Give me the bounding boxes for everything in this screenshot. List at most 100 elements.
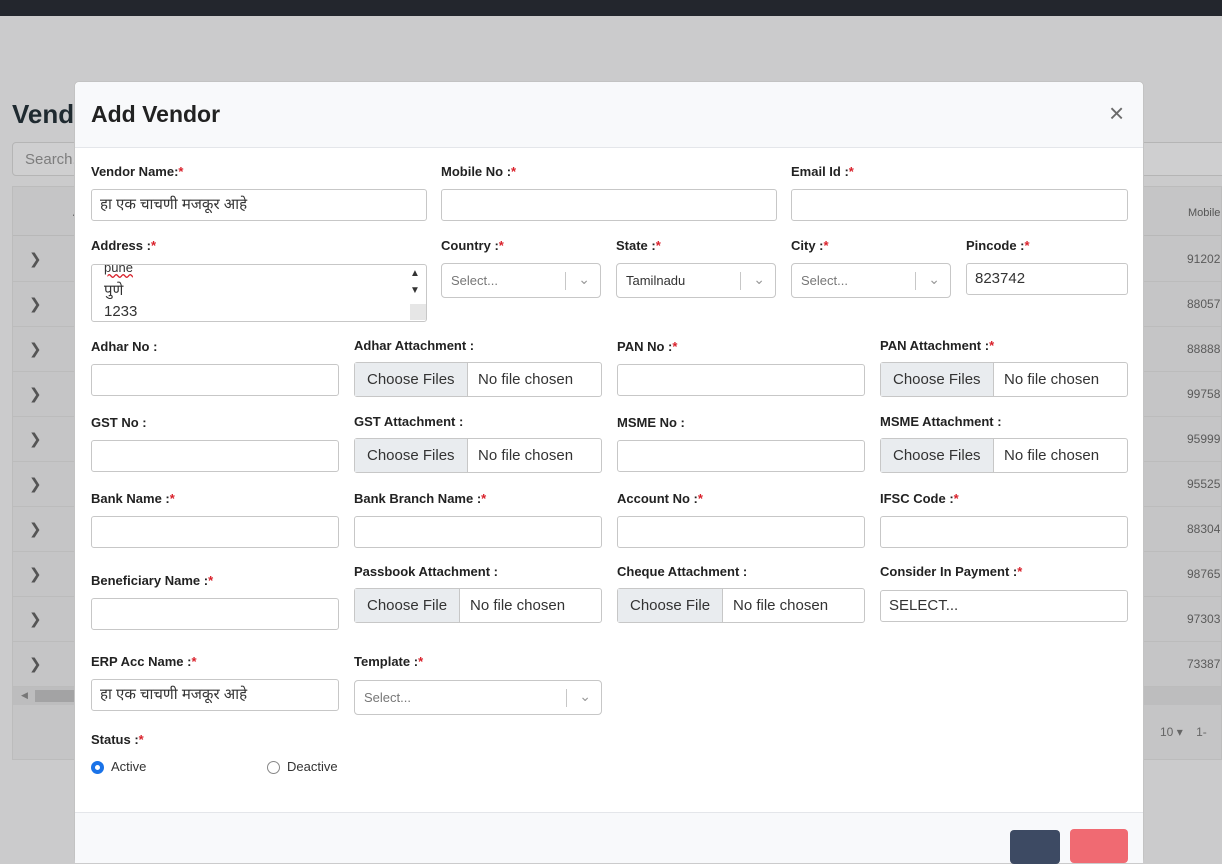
pan-no-input[interactable] <box>617 364 865 396</box>
status-active-label[interactable]: Active <box>111 759 146 774</box>
table-cell: 73387 <box>1187 657 1221 671</box>
msme-attachment-input[interactable]: Choose Files No file chosen <box>880 438 1128 473</box>
chevron-right-icon[interactable]: ❯ <box>29 430 42 448</box>
file-status-text: No file chosen <box>1004 447 1100 464</box>
resize-handle-icon[interactable] <box>410 304 426 320</box>
file-status-text: No file chosen <box>1004 371 1100 388</box>
account-no-label: Account No :* <box>617 491 703 506</box>
address-label: Address :* <box>91 238 157 253</box>
status-deactive-label[interactable]: Deactive <box>287 759 338 774</box>
close-icon[interactable]: × <box>1109 100 1124 126</box>
chevron-down-icon: ⌄ <box>578 271 590 287</box>
chevron-right-icon[interactable]: ❯ <box>29 655 42 673</box>
country-select-value: Select... <box>451 273 498 288</box>
pincode-input[interactable]: 823742 <box>966 263 1128 295</box>
chevron-right-icon[interactable]: ❯ <box>29 340 42 358</box>
passbook-attachment-input[interactable]: Choose File No file chosen <box>354 588 602 623</box>
template-select-value: Select... <box>364 690 411 705</box>
table-cell: 99758 <box>1187 387 1221 401</box>
status-label: Status :* <box>91 732 144 747</box>
mobile-no-label: Mobile No :* <box>441 164 517 179</box>
address-line: pune <box>104 264 133 275</box>
state-label: State :* <box>616 238 661 253</box>
top-navbar <box>0 0 1222 16</box>
chevron-down-icon: ⌄ <box>928 271 940 287</box>
template-label: Template :* <box>354 654 424 669</box>
adhar-attachment-input[interactable]: Choose Files No file chosen <box>354 362 602 397</box>
city-select-value: Select... <box>801 273 848 288</box>
vendor-name-input[interactable]: हा एक चाचणी मजकूर आहे <box>91 189 427 221</box>
modal-header: Add Vendor × <box>75 82 1143 148</box>
country-label: Country :* <box>441 238 504 253</box>
chevron-right-icon[interactable]: ❯ <box>29 385 42 403</box>
ifsc-code-label: IFSC Code :* <box>880 491 959 506</box>
city-select[interactable]: Select... ⌄ <box>791 263 951 298</box>
chevron-down-icon: ⌄ <box>753 271 765 287</box>
pan-attachment-label: PAN Attachment :* <box>880 338 995 353</box>
file-status-text: No file chosen <box>478 447 574 464</box>
msme-attachment-label: MSME Attachment : <box>880 414 1002 429</box>
state-select[interactable]: Tamilnadu ⌄ <box>616 263 776 298</box>
select-divider <box>740 272 741 290</box>
chevron-right-icon[interactable]: ❯ <box>29 610 42 628</box>
table-cell: 91202 <box>1187 252 1221 266</box>
adhar-no-input[interactable] <box>91 364 339 396</box>
city-label: City :* <box>791 238 829 253</box>
chevron-right-icon[interactable]: ❯ <box>29 565 42 583</box>
scroll-left-icon[interactable]: ◀ <box>21 690 28 701</box>
chevron-right-icon[interactable]: ❯ <box>29 520 42 538</box>
choose-file-button[interactable]: Choose File <box>355 589 461 622</box>
bank-branch-name-input[interactable] <box>354 516 602 548</box>
choose-file-button[interactable]: Choose File <box>618 589 724 622</box>
passbook-attachment-label: Passbook Attachment : <box>354 564 498 579</box>
file-status-text: No file chosen <box>733 597 829 614</box>
save-button[interactable] <box>1010 830 1060 864</box>
address-textarea[interactable]: pune पुणे 1233 ▲ ▼ <box>91 264 427 322</box>
table-cell: 97303 <box>1187 612 1221 626</box>
adhar-attachment-label: Adhar Attachment : <box>354 338 475 353</box>
consider-in-payment-label: Consider In Payment :* <box>880 564 1023 579</box>
choose-files-button[interactable]: Choose Files <box>881 439 994 472</box>
bank-name-input[interactable] <box>91 516 339 548</box>
cheque-attachment-input[interactable]: Choose File No file chosen <box>617 588 865 623</box>
chevron-right-icon[interactable]: ❯ <box>29 250 42 268</box>
account-no-input[interactable] <box>617 516 865 548</box>
status-active-radio[interactable] <box>91 761 104 774</box>
file-status-text: No file chosen <box>470 597 566 614</box>
msme-no-input[interactable] <box>617 440 865 472</box>
choose-files-button[interactable]: Choose Files <box>355 363 468 396</box>
file-status-text: No file chosen <box>478 371 574 388</box>
address-line: 1233 <box>104 303 138 320</box>
bank-branch-name-label: Bank Branch Name :* <box>354 491 487 506</box>
choose-files-button[interactable]: Choose Files <box>881 363 994 396</box>
table-cell: 98765 <box>1187 567 1221 581</box>
mobile-no-input[interactable] <box>441 189 777 221</box>
pan-attachment-input[interactable]: Choose Files No file chosen <box>880 362 1128 397</box>
select-divider <box>565 272 566 290</box>
scroll-down-icon[interactable]: ▼ <box>410 285 420 296</box>
chevron-right-icon[interactable]: ❯ <box>29 475 42 493</box>
chevron-right-icon[interactable]: ❯ <box>29 295 42 313</box>
cancel-button[interactable] <box>1070 829 1128 863</box>
erp-acc-name-input[interactable]: हा एक चाचणी मजकूर आहे <box>91 679 339 711</box>
adhar-no-label: Adhar No : <box>91 339 158 354</box>
template-select[interactable]: Select... ⌄ <box>354 680 602 715</box>
consider-in-payment-select[interactable]: SELECT... <box>880 590 1128 622</box>
ifsc-code-input[interactable] <box>880 516 1128 548</box>
choose-files-button[interactable]: Choose Files <box>355 439 468 472</box>
country-select[interactable]: Select... ⌄ <box>441 263 601 298</box>
beneficiary-name-input[interactable] <box>91 598 339 630</box>
gst-attachment-input[interactable]: Choose Files No file chosen <box>354 438 602 473</box>
email-id-input[interactable] <box>791 189 1128 221</box>
table-cell: 95999 <box>1187 432 1221 446</box>
scroll-up-icon[interactable]: ▲ <box>410 268 420 279</box>
table-cell: 95525 <box>1187 477 1221 491</box>
per-page-select[interactable]: 10 ▾ <box>1150 725 1183 739</box>
bank-name-label: Bank Name :* <box>91 491 175 506</box>
pan-no-label: PAN No :* <box>617 339 678 354</box>
address-line: पुणे <box>104 282 124 299</box>
table-cell: 88888 <box>1187 342 1221 356</box>
gst-no-input[interactable] <box>91 440 339 472</box>
column-header-mobile: Mobile <box>1188 207 1221 219</box>
status-deactive-radio[interactable] <box>267 761 280 774</box>
